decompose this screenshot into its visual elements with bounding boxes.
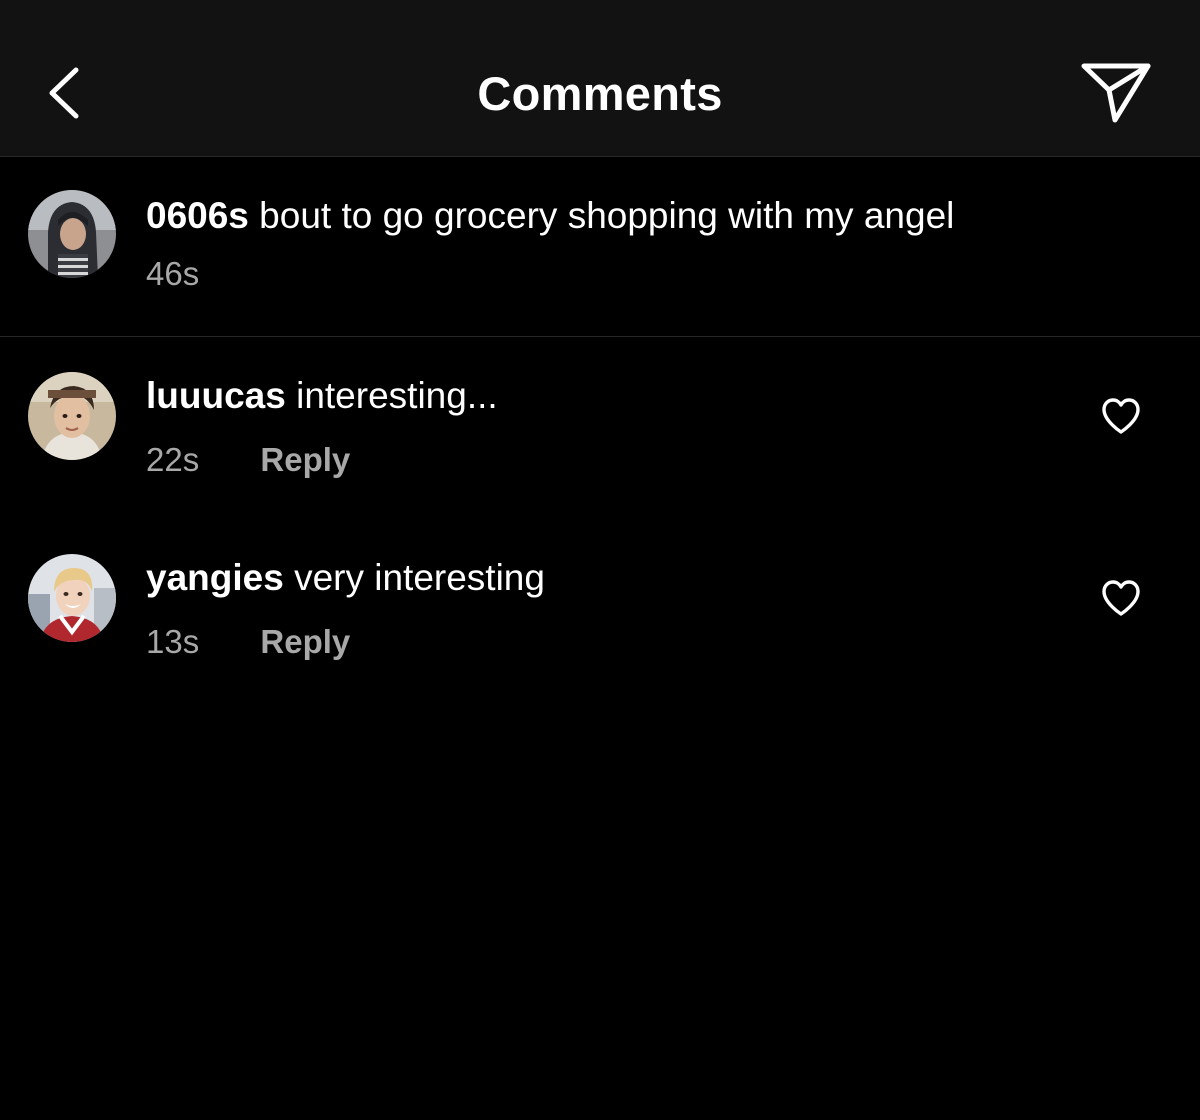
comment-text: yangies very interesting xyxy=(146,556,545,600)
share-button[interactable] xyxy=(1076,56,1156,130)
comment-body: very interesting xyxy=(294,557,545,598)
like-button[interactable] xyxy=(1100,396,1142,436)
reply-button[interactable]: Reply xyxy=(260,623,350,660)
avatar[interactable] xyxy=(28,190,116,278)
comment-timestamp: 22s xyxy=(146,441,200,478)
comment-username[interactable]: luuucas xyxy=(146,375,286,416)
top-bar: Comments xyxy=(0,0,1200,157)
post-caption: 0606s bout to go grocery shopping with m… xyxy=(0,157,1200,337)
caption-meta: 46s xyxy=(146,254,199,294)
avatar[interactable] xyxy=(28,554,116,642)
like-button[interactable] xyxy=(1100,578,1142,618)
page-title: Comments xyxy=(477,67,723,120)
caption-text: 0606s bout to go grocery shopping with m… xyxy=(146,194,954,238)
reply-button[interactable]: Reply xyxy=(260,441,350,478)
comment-row: luuucas interesting... 22s Reply xyxy=(0,337,1200,519)
comment-timestamp: 13s xyxy=(146,623,200,660)
profile-photo xyxy=(28,554,116,642)
comment-username[interactable]: yangies xyxy=(146,557,284,598)
comment-row: yangies very interesting 13s Reply xyxy=(0,519,1200,701)
paper-plane-icon xyxy=(1081,63,1151,123)
heart-icon xyxy=(1102,580,1140,616)
heart-icon xyxy=(1102,398,1140,434)
profile-photo xyxy=(28,372,116,460)
comment-meta: 22s Reply xyxy=(146,440,350,480)
caption-username[interactable]: 0606s xyxy=(146,195,249,236)
caption-timestamp: 46s xyxy=(146,255,200,292)
comment-text: luuucas interesting... xyxy=(146,374,498,418)
avatar[interactable] xyxy=(28,372,116,460)
caption-body: bout to go grocery shopping with my ange… xyxy=(259,195,955,236)
comment-meta: 13s Reply xyxy=(146,622,350,662)
comment-body: interesting... xyxy=(296,375,498,416)
profile-photo xyxy=(28,190,116,278)
